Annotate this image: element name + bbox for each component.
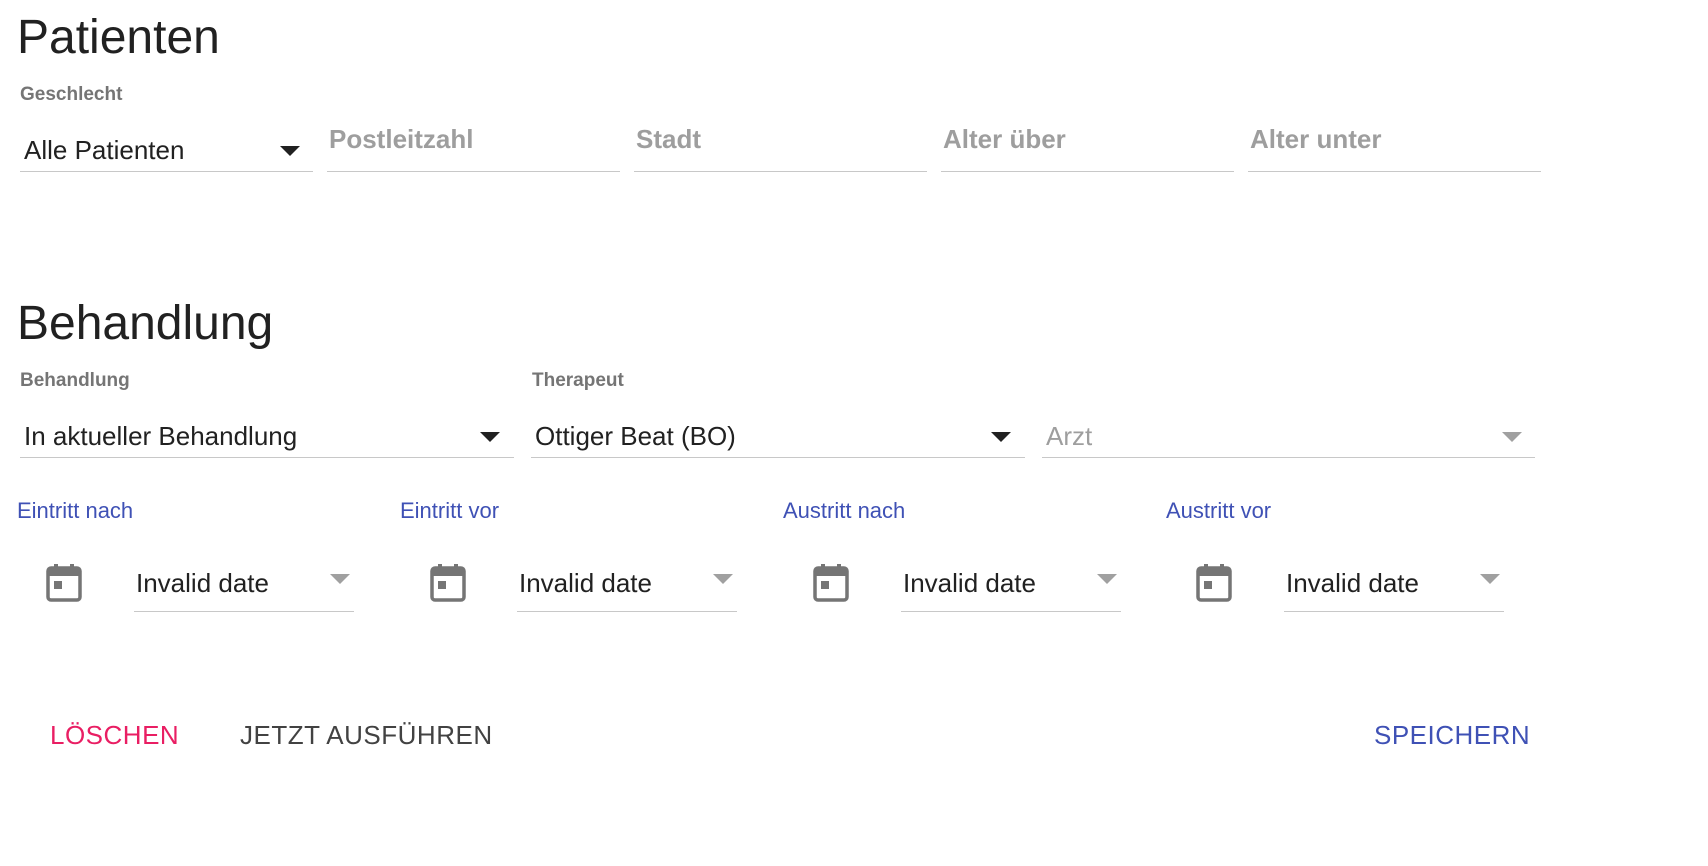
exit-after-label: Austritt nach <box>783 498 906 523</box>
chevron-down-icon <box>1502 432 1522 442</box>
entry-before-date-value: Invalid date <box>519 568 652 598</box>
city-input[interactable]: Stadt <box>634 124 927 172</box>
treatment-title: Behandlung <box>17 297 274 350</box>
doctor-placeholder: Arzt <box>1046 421 1093 451</box>
therapist-select-value: Ottiger Beat (BO) <box>535 421 736 451</box>
exit-after-date-value: Invalid date <box>903 568 1036 598</box>
chevron-down-icon <box>713 574 733 584</box>
age-over-placeholder: Alter über <box>943 124 1066 154</box>
treatment-label: Behandlung <box>20 370 130 391</box>
zip-placeholder: Postleitzahl <box>329 124 474 154</box>
exit-after-date-select[interactable]: Invalid date <box>901 560 1121 612</box>
chevron-down-icon <box>280 146 300 156</box>
chevron-down-icon <box>1097 574 1117 584</box>
age-under-input[interactable]: Alter unter <box>1248 124 1541 172</box>
chevron-down-icon <box>991 432 1011 442</box>
entry-before-date-select[interactable]: Invalid date <box>517 560 737 612</box>
delete-button[interactable]: LÖSCHEN <box>50 720 179 751</box>
entry-after-date-select[interactable]: Invalid date <box>134 560 354 612</box>
patients-title: Patienten <box>17 11 220 64</box>
exit-before-date-value: Invalid date <box>1286 568 1419 598</box>
calendar-icon[interactable] <box>430 564 466 602</box>
treatment-select-value: In aktueller Behandlung <box>24 421 298 451</box>
chevron-down-icon <box>480 432 500 442</box>
run-now-button[interactable]: JETZT AUSFÜHREN <box>240 720 493 751</box>
therapist-select[interactable]: Ottiger Beat (BO) <box>531 410 1025 458</box>
treatment-select[interactable]: In aktueller Behandlung <box>20 410 514 458</box>
therapist-label: Therapeut <box>532 370 624 391</box>
calendar-icon[interactable] <box>813 564 849 602</box>
chevron-down-icon <box>1480 574 1500 584</box>
chevron-down-icon <box>330 574 350 584</box>
zip-input[interactable]: Postleitzahl <box>327 124 620 172</box>
gender-select-value: Alle Patienten <box>24 135 185 165</box>
gender-select[interactable]: Alle Patienten <box>20 124 313 172</box>
save-button[interactable]: SPEICHERN <box>1374 720 1530 751</box>
city-placeholder: Stadt <box>636 124 701 154</box>
exit-before-date-select[interactable]: Invalid date <box>1284 560 1504 612</box>
gender-label: Geschlecht <box>20 84 123 105</box>
exit-before-label: Austritt vor <box>1166 498 1272 523</box>
calendar-icon[interactable] <box>46 564 82 602</box>
doctor-select[interactable]: Arzt <box>1042 410 1535 458</box>
entry-after-date-value: Invalid date <box>136 568 269 598</box>
entry-before-label: Eintritt vor <box>400 498 500 523</box>
calendar-icon[interactable] <box>1196 564 1232 602</box>
age-under-placeholder: Alter unter <box>1250 124 1382 154</box>
age-over-input[interactable]: Alter über <box>941 124 1234 172</box>
entry-after-label: Eintritt nach <box>17 498 134 523</box>
